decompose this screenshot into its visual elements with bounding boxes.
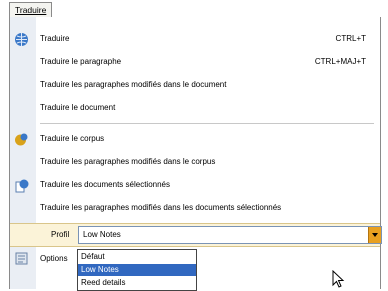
menu-item-label: Traduire les paragraphes modifiés dans l…	[40, 80, 227, 89]
menu-item-label: Traduire les paragraphes modifiés dans l…	[40, 157, 216, 166]
menu-traduire[interactable]: Traduire	[9, 2, 53, 17]
menu-item-shortcut: CTRL+T	[335, 34, 366, 43]
menu-item-traduire-paragraphe[interactable]: Traduire le paragraphe CTRL+MAJ+T	[10, 52, 380, 73]
dropdown-arrow-button[interactable]	[368, 227, 381, 243]
profile-combobox-value: Low Notes	[83, 230, 121, 239]
menu-item-label: Traduire	[40, 34, 70, 43]
mouse-cursor-icon	[332, 270, 345, 288]
menu-item-traduire-document[interactable]: Traduire le document	[10, 98, 380, 119]
menu-item-shortcut: CTRL+MAJ+T	[314, 57, 366, 66]
documents-icon	[15, 179, 29, 193]
menu-item-paragraphes-modifies-corpus[interactable]: Traduire les paragraphes modifiés dans l…	[10, 152, 380, 173]
profile-combobox[interactable]: Low Notes	[78, 226, 382, 244]
menu-item-label: Traduire les documents sélectionnés	[40, 180, 170, 189]
dropdown-option-low-notes[interactable]: Low Notes	[78, 264, 196, 276]
dropdown-option-defaut[interactable]: Défaut	[78, 251, 196, 263]
menu-item-paragraphes-modifies-documents-selectionnes[interactable]: Traduire les paragraphes modifiés dans l…	[10, 198, 380, 219]
menu-item-label: Traduire le paragraphe	[40, 57, 122, 66]
menu-item-traduire[interactable]: Traduire CTRL+T	[10, 29, 380, 50]
options-icon	[15, 252, 28, 265]
menu-item-documents-selectionnes[interactable]: Traduire les documents sélectionnés	[10, 175, 380, 196]
profile-row: Profil Low Notes	[10, 223, 382, 247]
menu-item-traduire-corpus[interactable]: Traduire le corpus	[10, 129, 380, 150]
menu-bar: Traduire	[0, 0, 388, 17]
menu-title-label: Traduire	[15, 5, 47, 15]
menu-item-paragraphes-modifies-document[interactable]: Traduire les paragraphes modifiés dans l…	[10, 75, 380, 96]
menu-separator	[40, 123, 374, 124]
menu-item-label: Traduire les paragraphes modifiés dans l…	[40, 203, 282, 212]
globe-icon	[15, 33, 28, 46]
menu-item-label: Options	[40, 254, 68, 263]
menu-item-label: Traduire le corpus	[40, 134, 105, 143]
menu-item-label: Traduire le document	[40, 103, 116, 112]
dropdown-option-reed-details[interactable]: Reed details	[78, 277, 196, 289]
profile-dropdown-list: Défaut Low Notes Reed details	[77, 249, 197, 291]
corpus-icon	[15, 133, 28, 146]
profile-label: Profil	[51, 230, 70, 239]
